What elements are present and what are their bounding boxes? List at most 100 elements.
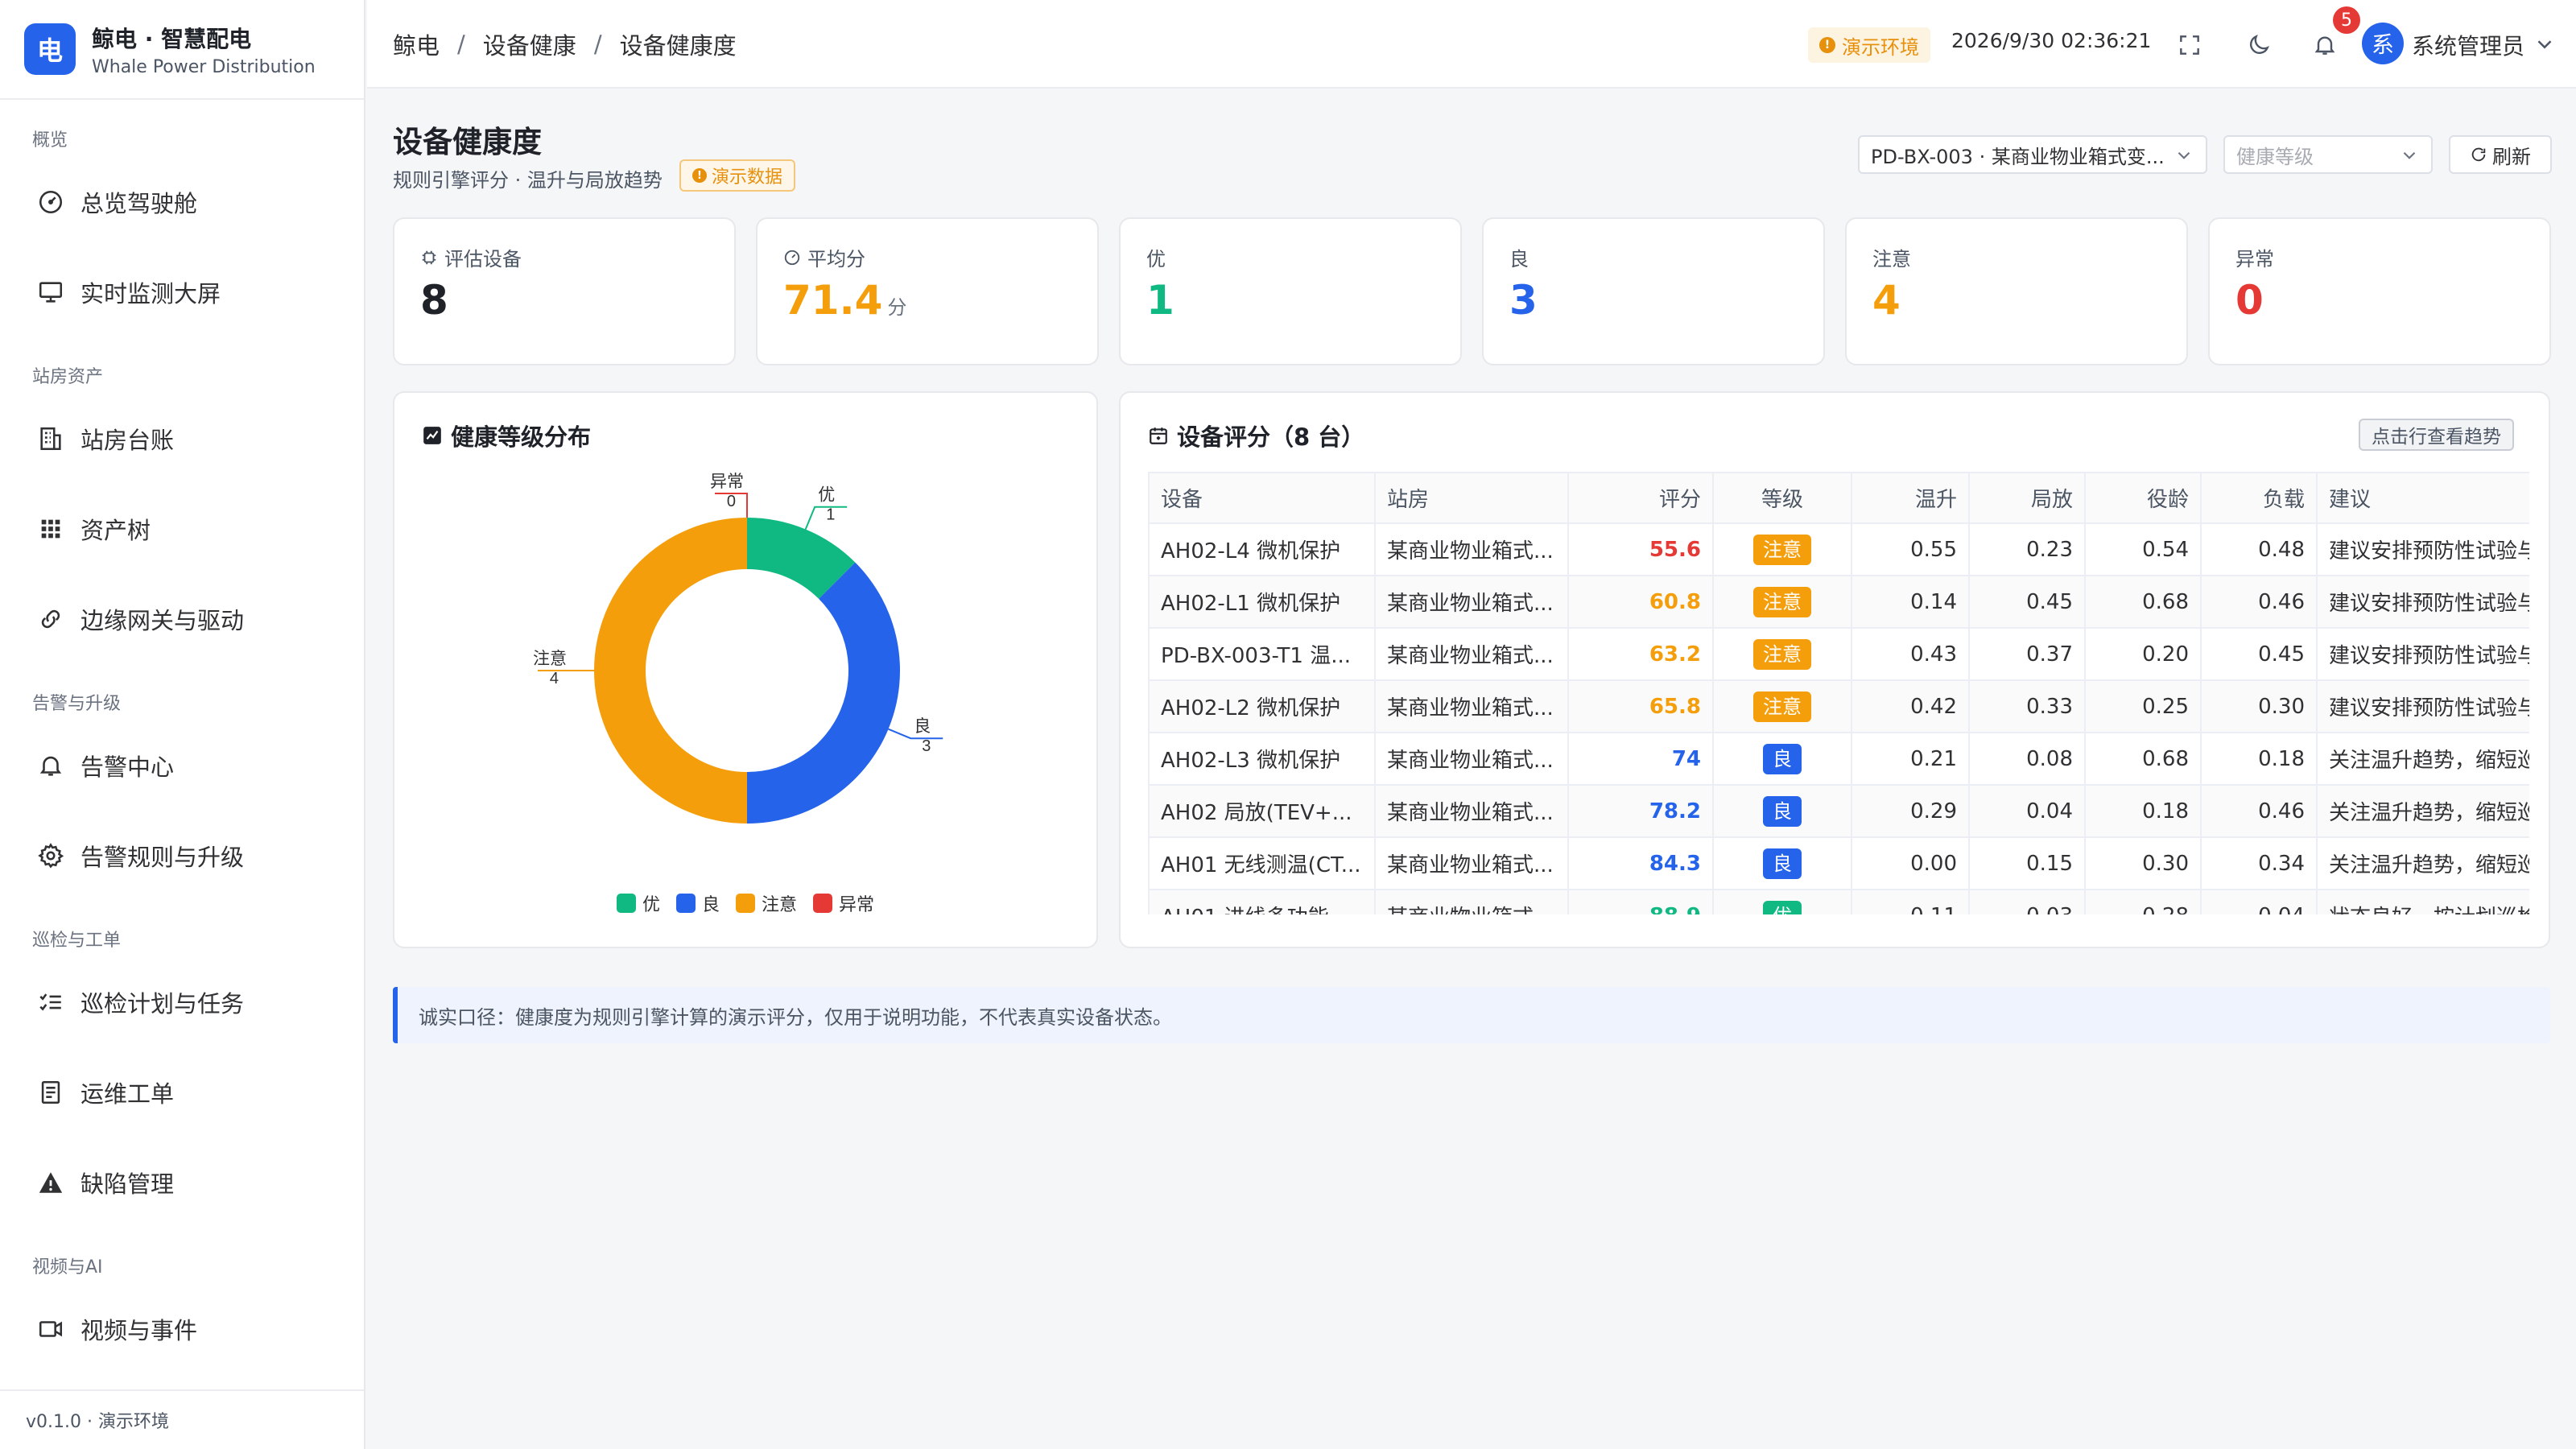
legend-item[interactable]: 良 <box>675 890 720 916</box>
kpi-number: 8 <box>420 277 448 324</box>
table-cell-advice: 关注温升趋势，缩短巡 <box>2317 733 2529 786</box>
sidebar-item-work-orders[interactable]: 运维工单 <box>35 1075 174 1109</box>
kpi-number: 1 <box>1146 277 1174 324</box>
table-row[interactable]: AH01 进线多功能...某商业物业箱式... 88.9 优 0.110.030.28… <box>1150 890 2529 914</box>
table-cell-partial-discharge: 0.37 <box>1969 628 2086 681</box>
nav-section-inspection: 巡检与工单 <box>32 931 122 951</box>
slice-label-name: 注意 <box>533 650 567 668</box>
donut-chart[interactable]: 优1 良3 注意 4 异常 0 <box>394 441 1100 908</box>
column-header: 温升 <box>1852 473 1970 524</box>
sidebar-item-alarm-rules[interactable]: 告警规则与升级 <box>35 839 244 873</box>
nav-section-overview: 概览 <box>32 130 68 151</box>
slice-label-name: 良 <box>914 717 931 736</box>
table-cell-advice: 状态良好，按计划巡检 <box>2317 890 2529 914</box>
table-cell-temp-rise: 0.29 <box>1852 785 1970 838</box>
table-row[interactable]: AH02-L4 微机保护 某商业物业箱式... 55.6 注意 0.55 0.23 0.54… <box>1150 523 2529 576</box>
station-select[interactable]: PD-BX-003 · 某商业物业箱式变... <box>1858 135 2207 174</box>
dark-mode-icon[interactable] <box>2243 29 2275 61</box>
breadcrumb-item[interactable]: 鲸电 <box>393 27 440 61</box>
sidebar-item-defects[interactable]: 缺陷管理 <box>35 1166 174 1199</box>
device-table: 设备 站房 评分 等级 温升 局放 役龄 负载 建议 AH02-L4 微机保护 某商业物业箱式..… <box>1150 473 2529 914</box>
breadcrumb-item[interactable]: 设备健康 <box>483 27 576 61</box>
table-cell-partial-discharge: 0.33 <box>1969 680 2086 733</box>
chip-icon <box>422 250 436 264</box>
donut-slice-1[interactable] <box>747 562 900 824</box>
table-cell-load: 0.34 <box>2201 837 2318 890</box>
sidebar-item-inspection-plan[interactable]: 巡检计划与任务 <box>35 985 244 1019</box>
notification-bell-icon[interactable] <box>2309 29 2341 61</box>
kpi-card-abnormal: 异常 0 <box>2208 217 2551 365</box>
table-cell-load: 0.46 <box>2201 576 2318 629</box>
demo-data-tag: ! 演示数据 <box>679 159 796 192</box>
table-cell-device: AH02-L4 微机保护 <box>1150 523 1376 576</box>
grade-select-placeholder: 健康等级 <box>2236 145 2314 168</box>
sidebar-item-monitor-screen[interactable]: 实时监测大屏 <box>35 275 221 309</box>
score-value: 78.2 <box>1649 799 1701 824</box>
view-trend-button[interactable]: 点击行查看趋势 <box>2359 419 2514 451</box>
brand-subtitle: Whale Power Distribution <box>92 56 316 77</box>
table-cell-temp-rise: 0.43 <box>1852 628 1970 681</box>
table-cell-temp-rise: 0.11 <box>1852 890 1970 914</box>
table-cell-score: 84.3 <box>1568 837 1714 890</box>
table-cell-advice: 建议安排预防性试验与 <box>2317 576 2529 629</box>
table-row[interactable]: AH02-L2 微机保护 某商业物业箱式... 65.8 注意 0.42 0.33 0.25… <box>1150 680 2529 733</box>
fullscreen-icon[interactable] <box>2174 29 2206 61</box>
sidebar-item-label: 资产树 <box>80 517 151 544</box>
device-table-container[interactable]: 设备 站房 评分 等级 温升 局放 役龄 负载 建议 AH02-L4 微机保护 某商业物业箱式..… <box>1148 472 2529 914</box>
column-header: 等级 <box>1713 473 1852 524</box>
table-row[interactable]: AH02-L3 微机保护 某商业物业箱式... 74 良 0.21 0.08 0.68 0.1… <box>1150 733 2529 786</box>
table-row[interactable]: AH02 局放(TEV+... 某商业物业箱式... 78.2 良 0.29 0.04 0.… <box>1150 785 2529 838</box>
sidebar-item-label: 巡检计划与任务 <box>80 990 245 1018</box>
legend-swatch <box>813 894 833 913</box>
sidebar-item-video-events[interactable]: 视频与事件 <box>35 1312 197 1346</box>
gauge-icon <box>35 187 66 217</box>
table-row[interactable]: AH02-L1 微机保护 某商业物业箱式... 60.8 注意 0.14 0.45 0.68… <box>1150 576 2529 629</box>
grade-badge: 注意 <box>1753 691 1811 722</box>
table-cell-station: 某商业物业箱式... <box>1375 733 1569 786</box>
score-value: 60.8 <box>1649 589 1701 614</box>
table-cell-device: AH02-L1 微机保护 <box>1150 576 1376 629</box>
kpi-value: 0 <box>2235 277 2264 324</box>
donut-slice-2[interactable] <box>594 518 747 824</box>
table-body: AH02-L4 微机保护 某商业物业箱式... 55.6 注意 0.55 0.23 0.54… <box>1150 523 2529 914</box>
score-value: 55.6 <box>1649 537 1701 562</box>
table-cell-grade: 注意 <box>1713 680 1852 733</box>
kpi-unit: 分 <box>887 296 907 319</box>
table-row[interactable]: PD-BX-003-T1 温... 某商业物业箱式... 63.2 注意 0.43 0.3… <box>1150 628 2529 681</box>
breadcrumb-separator: / <box>457 31 465 58</box>
calendar-icon <box>1150 427 1167 444</box>
sidebar-item-label: 运维工单 <box>80 1080 175 1108</box>
sidebar-item-edge-gateway[interactable]: 边缘网关与驱动 <box>35 602 244 636</box>
table-cell-station: 某商业物业箱式... <box>1375 576 1569 629</box>
sidebar-item-dashboard[interactable]: 总览驾驶舱 <box>35 185 197 219</box>
kpi-card-average: 平均分 71.4 分 <box>756 217 1099 365</box>
table-cell-load: 0.45 <box>2201 628 2318 681</box>
table-cell-load: 0.48 <box>2201 523 2318 576</box>
sidebar-footer: v0.1.0 · 演示环境 <box>0 1389 364 1449</box>
slice-label-value: 4 <box>550 670 559 687</box>
table-cell-load: 0.46 <box>2201 785 2318 838</box>
table-header-row: 设备 站房 评分 等级 温升 局放 役龄 负载 建议 <box>1150 473 2529 524</box>
column-header: 役龄 <box>2085 473 2202 524</box>
sidebar-item-alarm-center[interactable]: 告警中心 <box>35 749 174 782</box>
brand[interactable]: 电 鲸电 · 智慧配电 Whale Power Distribution <box>0 0 364 100</box>
sidebar-item-asset-tree[interactable]: 资产树 <box>35 512 151 546</box>
refresh-label: 刷新 <box>2492 145 2531 168</box>
user-name[interactable]: 系统管理员 <box>2412 29 2524 61</box>
table-cell-load: 0.30 <box>2201 680 2318 733</box>
breadcrumb-item-current: 设备健康度 <box>619 32 737 60</box>
refresh-button[interactable]: 刷新 <box>2449 135 2552 174</box>
grade-select[interactable]: 健康等级 <box>2223 135 2433 174</box>
sidebar-item-station-ledger[interactable]: 站房台账 <box>35 422 174 456</box>
legend-item[interactable]: 异常 <box>813 890 874 916</box>
chevron-down-icon[interactable] <box>2533 32 2557 56</box>
sidebar-item-label: 站房台账 <box>80 427 175 454</box>
grid-icon <box>35 514 66 544</box>
legend-item[interactable]: 优 <box>616 890 660 916</box>
avatar[interactable]: 系 <box>2362 23 2404 64</box>
table-row[interactable]: AH01 无线测温(CT... 某商业物业箱式... 84.3 良 0.00 0.15 0.… <box>1150 837 2529 890</box>
legend-item[interactable]: 注意 <box>736 890 797 916</box>
warning-icon <box>35 1167 66 1198</box>
panel-title: 设备评分（8 台） <box>1148 419 1364 452</box>
sidebar: 电 鲸电 · 智慧配电 Whale Power Distribution 概览 … <box>0 0 365 1449</box>
